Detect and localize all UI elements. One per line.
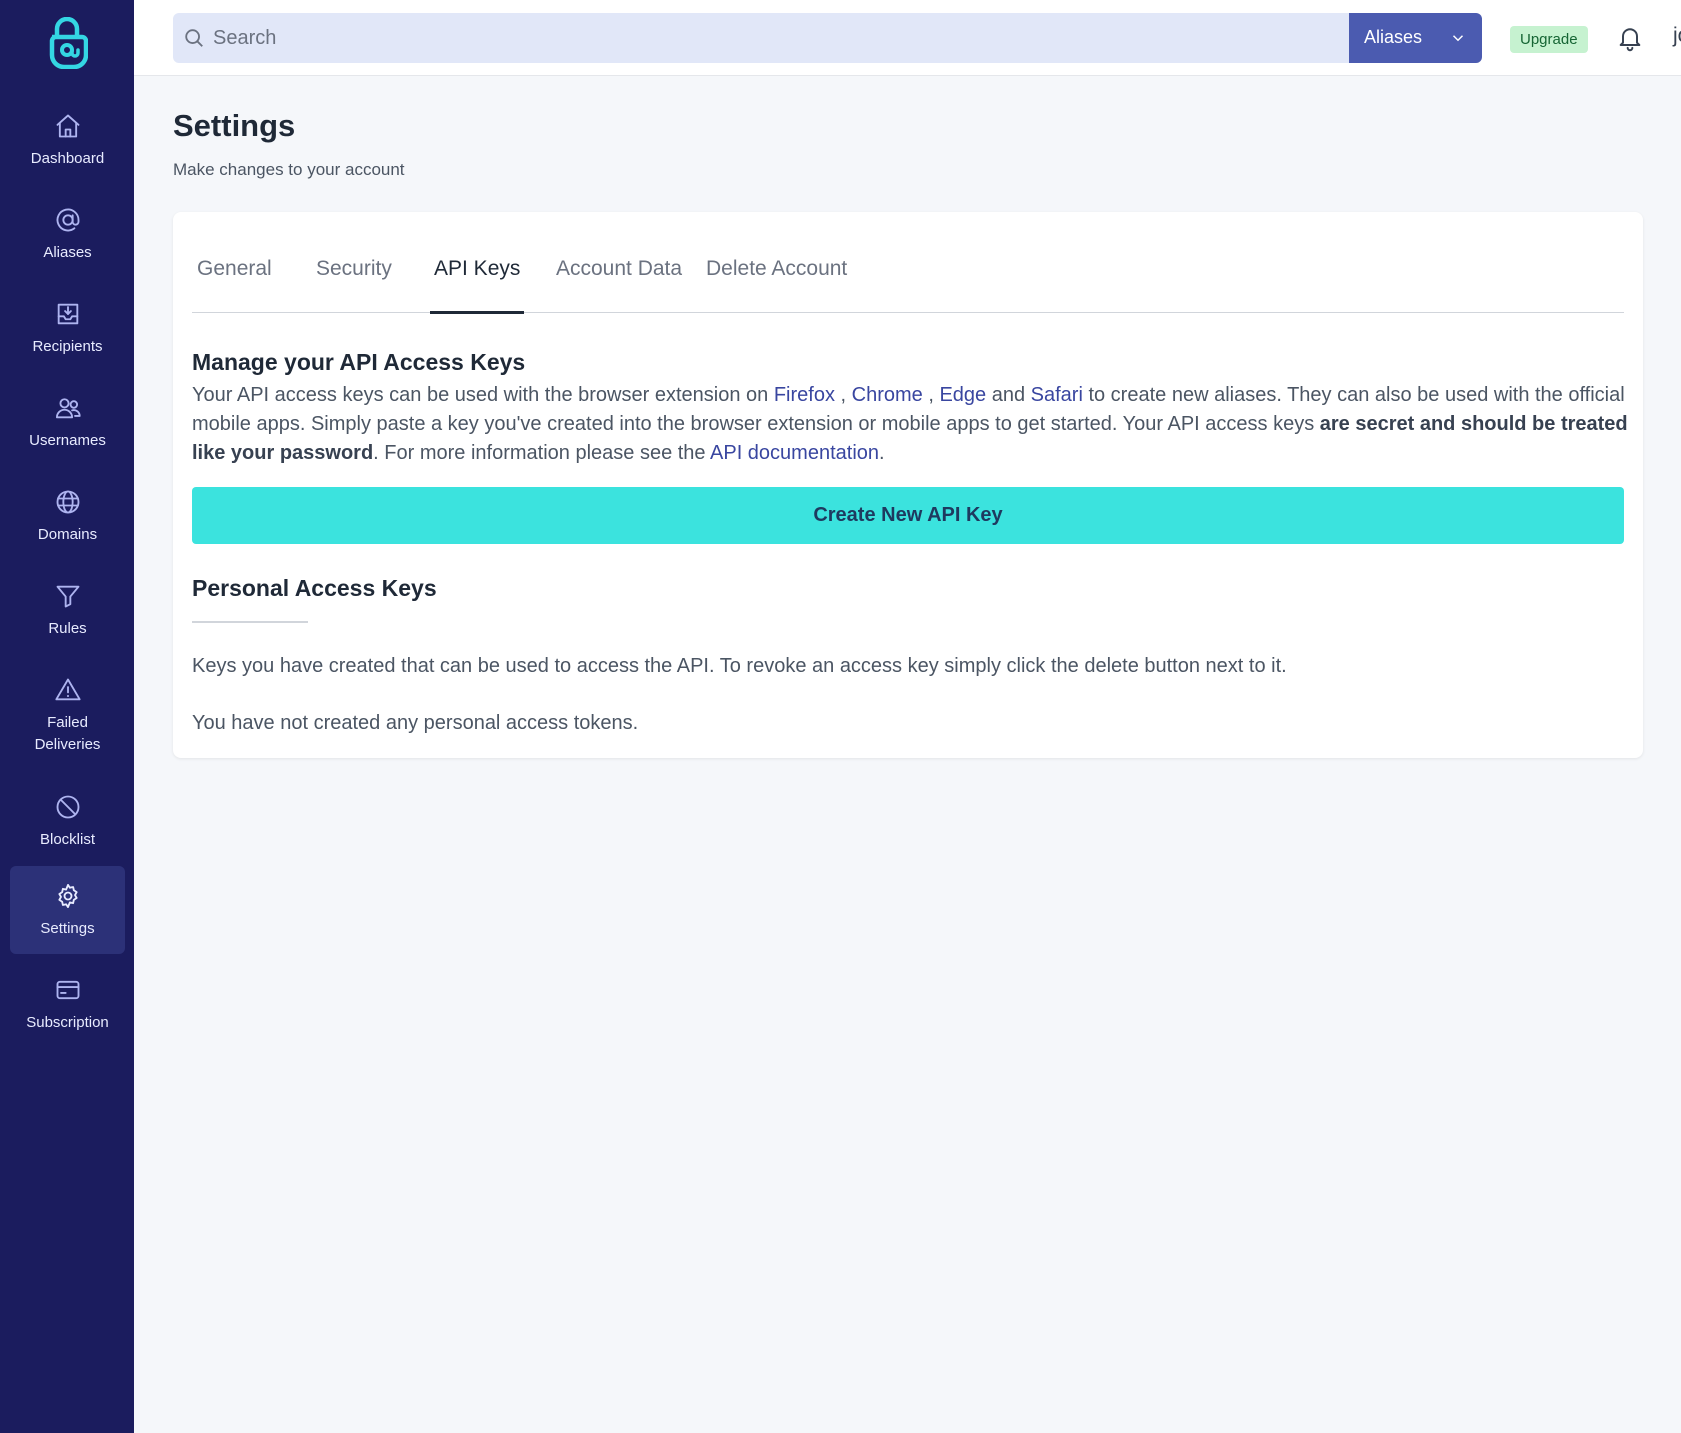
- tab-api-keys[interactable]: API Keys: [430, 240, 525, 314]
- search-scope-label: Aliases: [1364, 27, 1423, 47]
- settings-card: General Security API Keys Account Data D…: [173, 212, 1643, 758]
- anonaddy-logo-icon[interactable]: [46, 16, 89, 70]
- warning-icon: [54, 676, 82, 704]
- settings-tabs: General Security API Keys Account Data D…: [192, 240, 1624, 314]
- sidebar-item-label: Failed Deliveries: [10, 712, 125, 756]
- desc-text: ,: [922, 384, 940, 406]
- sidebar-item-dashboard[interactable]: Dashboard: [10, 96, 125, 184]
- sidebar-item-label: Settings: [40, 920, 95, 937]
- empty-state-text: You have not created any personal access…: [192, 712, 639, 734]
- sidebar-item-failed-deliveries[interactable]: Failed Deliveries: [10, 660, 125, 770]
- gear-icon: [54, 882, 82, 910]
- page-title: Settings: [173, 108, 296, 143]
- at-icon: [54, 206, 82, 234]
- sidebar-item-label-line2: Deliveries: [34, 736, 101, 753]
- chevron-down-icon: [1449, 29, 1467, 47]
- tab-security[interactable]: Security: [316, 240, 392, 313]
- desc-text: Your API access keys can be used with th…: [192, 384, 774, 406]
- desc-text: .: [879, 442, 885, 464]
- sidebar-item-label: Aliases: [43, 244, 92, 261]
- sidebar-item-rules[interactable]: Rules: [10, 566, 125, 654]
- search-icon: [183, 27, 205, 49]
- sidebar-item-subscription[interactable]: Subscription: [10, 960, 125, 1048]
- home-icon: [54, 112, 82, 140]
- personal-keys-description: Keys you have created that can be used t…: [192, 655, 1287, 677]
- sidebar-item-settings[interactable]: Settings: [10, 866, 125, 954]
- search-bar: [173, 13, 1350, 63]
- sidebar-item-aliases[interactable]: Aliases: [10, 190, 125, 278]
- api-keys-heading: Manage your API Access Keys: [192, 349, 526, 375]
- topbar: Aliases Upgrade johndoe: [134, 0, 1681, 76]
- desc-text: and: [986, 384, 1031, 406]
- tab-delete-account[interactable]: Delete Account: [706, 240, 847, 313]
- search-input[interactable]: [213, 13, 1333, 63]
- filter-icon: [54, 582, 82, 610]
- sidebar-item-label: Subscription: [26, 1014, 109, 1031]
- sidebar-item-label: Dashboard: [30, 150, 105, 167]
- api-documentation-link[interactable]: API documentation: [710, 442, 879, 464]
- desc-text: ,: [834, 384, 852, 406]
- tab-account-data[interactable]: Account Data: [556, 240, 682, 313]
- search-scope-dropdown[interactable]: Aliases: [1349, 13, 1482, 63]
- user-menu-name[interactable]: johndoe: [1673, 24, 1681, 48]
- sidebar-item-label: Usernames: [29, 432, 106, 449]
- safari-link[interactable]: Safari: [1031, 384, 1083, 406]
- credit-card-icon: [54, 976, 82, 1004]
- api-keys-description: Your API access keys can be used with th…: [192, 381, 1632, 468]
- sidebar-item-recipients[interactable]: Recipients: [10, 284, 125, 372]
- sidebar-item-label: Recipients: [32, 338, 103, 355]
- page-subtitle: Make changes to your account: [173, 160, 405, 179]
- sidebar-item-domains[interactable]: Domains: [10, 472, 125, 560]
- sidebar-item-label: Rules: [48, 620, 87, 637]
- inbox-icon: [54, 300, 82, 328]
- users-icon: [54, 394, 82, 422]
- edge-link[interactable]: Edge: [939, 384, 986, 406]
- divider: [192, 621, 308, 623]
- globe-icon: [54, 488, 82, 516]
- create-api-key-button[interactable]: Create New API Key: [192, 487, 1624, 544]
- bell-icon[interactable]: [1616, 24, 1644, 52]
- tab-general[interactable]: General: [197, 240, 272, 313]
- firefox-link[interactable]: Firefox: [774, 384, 835, 406]
- sidebar-item-label: Blocklist: [39, 831, 95, 848]
- upgrade-badge[interactable]: Upgrade: [1510, 26, 1588, 53]
- desc-text: . For more information please see the: [373, 442, 711, 464]
- sidebar-item-label: Domains: [37, 526, 98, 543]
- sidebar-item-usernames[interactable]: Usernames: [10, 378, 125, 466]
- chrome-link[interactable]: Chrome: [852, 384, 923, 406]
- sidebar-item-blocklist[interactable]: Blocklist: [10, 777, 125, 865]
- sidebar-item-label-line1: Failed: [47, 714, 88, 731]
- ban-icon: [54, 793, 82, 821]
- sidebar: Dashboard Aliases Recipients Usernames D…: [0, 0, 134, 1433]
- personal-access-keys-heading: Personal Access Keys: [192, 575, 437, 601]
